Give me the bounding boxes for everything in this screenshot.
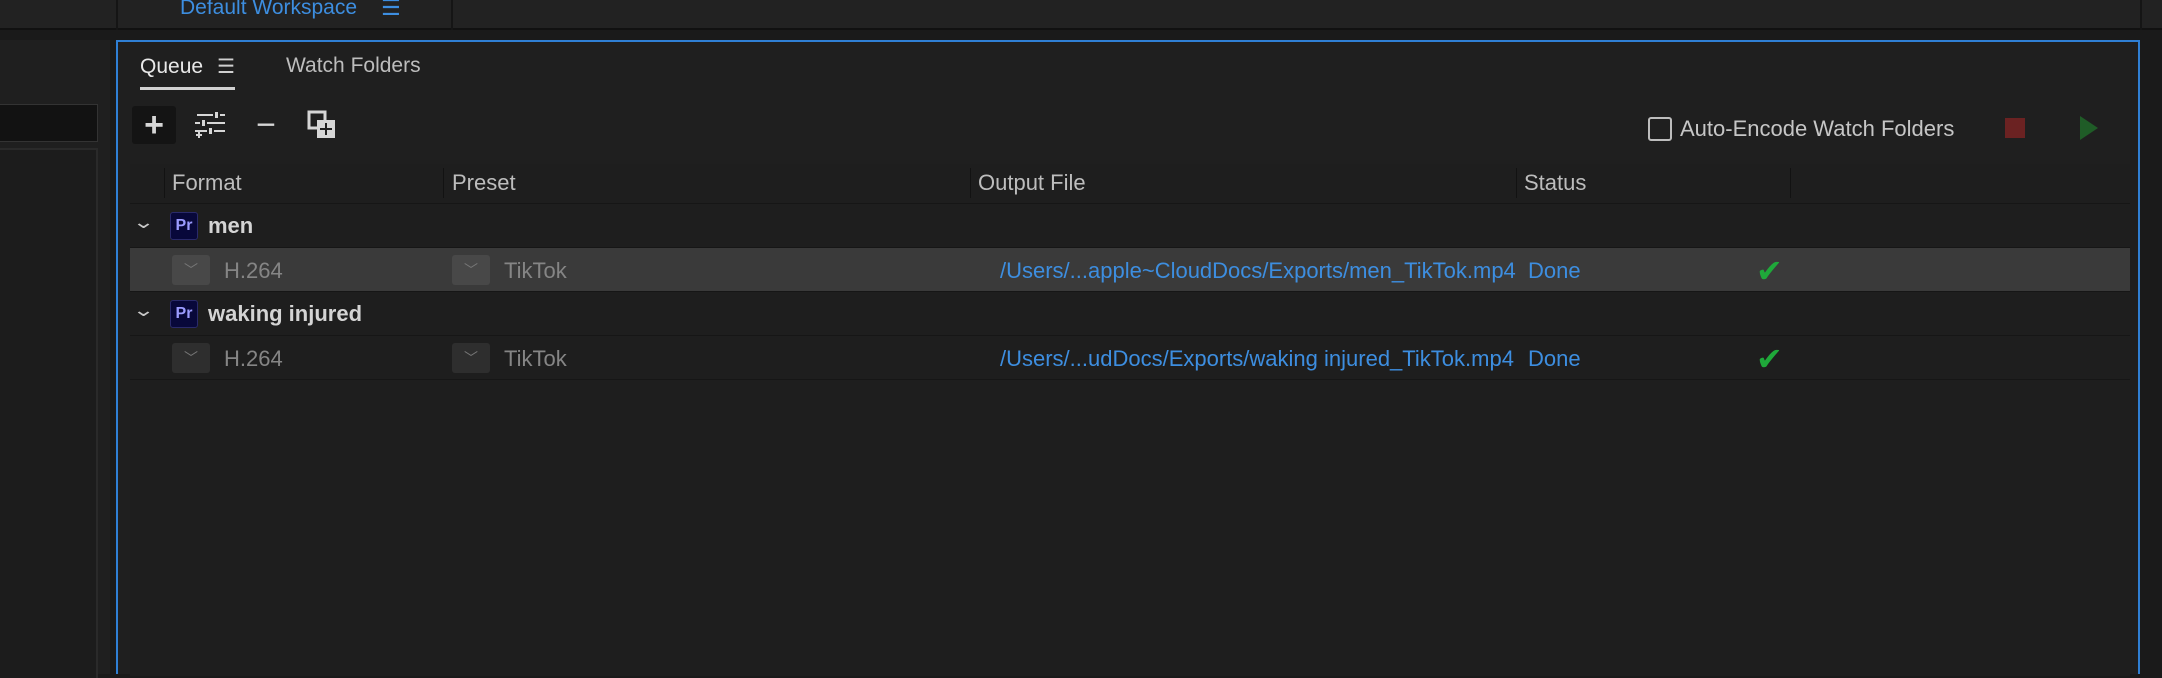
play-icon[interactable]	[2080, 116, 2098, 140]
column-separator	[443, 168, 444, 198]
column-separator	[1790, 168, 1791, 198]
hamburger-icon[interactable]: ☰	[381, 0, 401, 21]
tab-watch-folders-label[interactable]: Watch Folders	[286, 54, 421, 78]
format-value: H.264	[224, 258, 283, 283]
plus-icon[interactable]: +	[144, 106, 164, 145]
tab-watch-folders[interactable]: Watch Folders	[286, 54, 421, 86]
source-name: men	[208, 213, 254, 238]
queue-table: Format Preset Output File Status ⌄ Pr me…	[130, 164, 2130, 676]
status-link[interactable]: Done	[1528, 346, 1581, 372]
chevron-down-icon[interactable]: ⌄	[132, 212, 155, 233]
queue-item-row[interactable]: ﹀ H.264 ﹀ TikTok /Users/...udDocs/Export…	[130, 336, 2130, 380]
add-source-button[interactable]: +	[132, 106, 176, 144]
auto-encode-checkbox[interactable]	[1648, 117, 1672, 141]
column-separator	[1516, 168, 1517, 198]
column-output-file[interactable]: Output File	[978, 170, 1086, 196]
duplicate-button[interactable]	[300, 106, 344, 144]
queue-menu-icon[interactable]: ☰	[217, 54, 235, 79]
chevron-down-icon[interactable]: ⌄	[132, 300, 155, 321]
format-dropdown[interactable]: ﹀	[172, 343, 210, 373]
tab-queue-label[interactable]: Queue	[140, 55, 203, 79]
top-bar: Default Workspace ☰	[0, 0, 2162, 30]
queue-toolbar: + − Auto-Encode Watch Folders	[118, 100, 2138, 150]
source-group-row[interactable]: ⌄ Pr waking injured	[130, 292, 2130, 336]
source-group-row[interactable]: ⌄ Pr men	[130, 204, 2130, 248]
preset-dropdown[interactable]: ﹀	[452, 255, 490, 285]
chevron-down-icon: ﹀	[464, 350, 478, 366]
status-link[interactable]: Done	[1528, 258, 1581, 284]
column-format[interactable]: Format	[172, 170, 242, 196]
preset-value: TikTok	[504, 346, 567, 371]
workspace-label[interactable]: Default Workspace	[180, 0, 357, 20]
chevron-down-icon: ﹀	[184, 350, 198, 366]
preset-settings-button[interactable]	[188, 106, 232, 144]
table-header: Format Preset Output File Status	[130, 164, 2130, 204]
preset-dropdown[interactable]: ﹀	[452, 343, 490, 373]
left-panel-content	[0, 148, 98, 678]
checkmark-icon: ✔	[1756, 253, 1783, 289]
divider	[451, 0, 453, 30]
output-file-link[interactable]: /Users/...udDocs/Exports/waking injured_…	[1000, 346, 1514, 372]
minus-icon[interactable]: −	[256, 106, 276, 145]
left-panel	[0, 40, 110, 678]
tab-queue[interactable]: Queue ☰	[140, 54, 235, 90]
column-separator	[164, 168, 165, 198]
workspace-switcher[interactable]: Default Workspace ☰	[180, 0, 401, 21]
format-dropdown[interactable]: ﹀	[172, 255, 210, 285]
column-preset[interactable]: Preset	[452, 170, 516, 196]
checkmark-icon: ✔	[1756, 341, 1783, 377]
panel-tabs: Queue ☰ Watch Folders	[118, 42, 2138, 94]
queue-item-row[interactable]: ﹀ H.264 ﹀ TikTok /Users/...apple~CloudDo…	[130, 248, 2130, 292]
left-panel-field[interactable]	[0, 104, 98, 142]
premiere-icon: Pr	[170, 300, 198, 328]
stop-icon[interactable]	[2005, 118, 2025, 138]
remove-button[interactable]: −	[244, 106, 288, 144]
chevron-down-icon: ﹀	[464, 262, 478, 278]
queue-panel: Queue ☰ Watch Folders + − Auto-Encode Wa…	[116, 40, 2140, 676]
source-name: waking injured	[208, 301, 363, 326]
output-file-link[interactable]: /Users/...apple~CloudDocs/Exports/men_Ti…	[1000, 258, 1516, 284]
premiere-icon: Pr	[170, 212, 198, 240]
duplicate-icon[interactable]	[307, 110, 337, 140]
divider	[2140, 0, 2142, 30]
format-value: H.264	[224, 346, 283, 371]
preset-settings-icon[interactable]	[195, 112, 225, 138]
column-separator	[970, 168, 971, 198]
column-status[interactable]: Status	[1524, 170, 1586, 196]
auto-encode-label[interactable]: Auto-Encode Watch Folders	[1680, 116, 1954, 142]
auto-encode-toggle[interactable]: Auto-Encode Watch Folders	[1648, 116, 1954, 142]
divider	[116, 0, 118, 30]
preset-value: TikTok	[504, 258, 567, 283]
chevron-down-icon: ﹀	[184, 262, 198, 278]
